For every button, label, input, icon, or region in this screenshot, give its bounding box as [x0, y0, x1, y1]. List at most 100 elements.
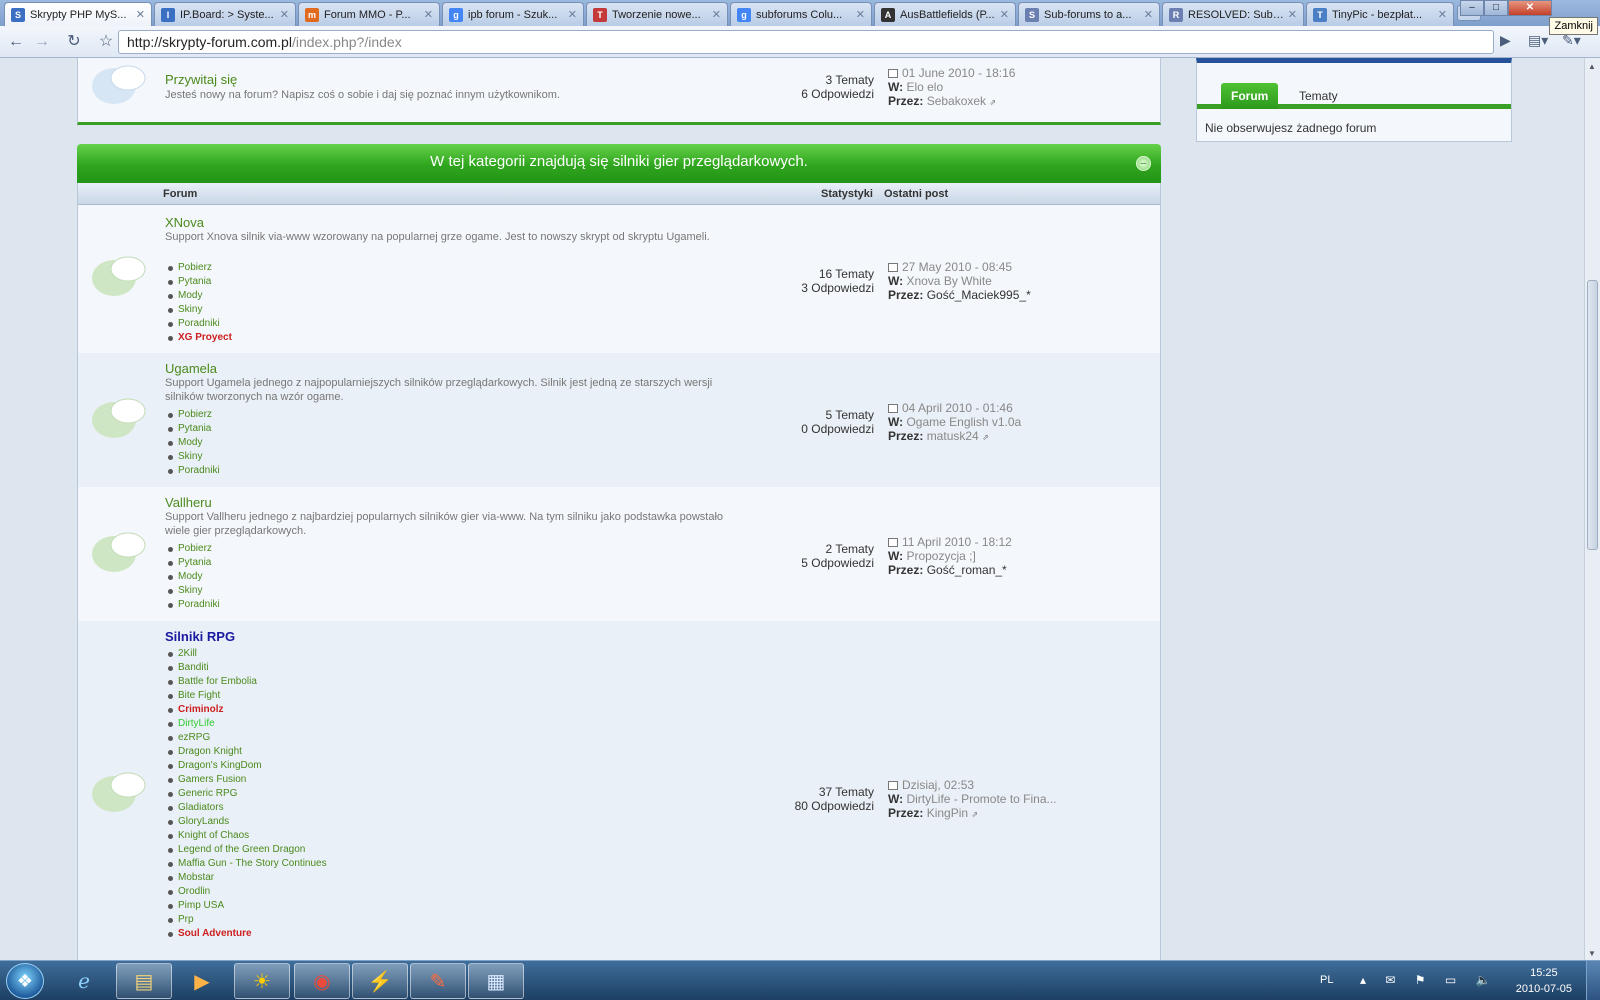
subforum-link[interactable]: Legend of the Green Dragon	[168, 843, 327, 857]
browser-tab[interactable]: T TinyPic - bezpłat... ✕	[1306, 2, 1454, 26]
subforum-link[interactable]: Maffia Gun - The Story Continues	[168, 857, 327, 871]
scroll-thumb[interactable]	[1587, 280, 1598, 550]
external-link-icon[interactable]: ⇗	[971, 810, 978, 819]
last-post-topic[interactable]: Xnova By White	[906, 274, 991, 288]
subforum-link[interactable]: Soul Adventure	[168, 927, 327, 941]
subforum-link[interactable]: Mody	[168, 436, 220, 450]
subforum-link[interactable]: Pimp USA	[168, 899, 327, 913]
scroll-up-icon[interactable]: ▲	[1588, 62, 1596, 71]
browser-tab[interactable]: A AusBattlefields (P... ✕	[874, 2, 1016, 26]
back-arrow-icon[interactable]: ←	[6, 32, 26, 52]
internet-explorer-icon[interactable]: ℯ	[56, 963, 112, 999]
close-tab-icon[interactable]: ✕	[136, 8, 145, 21]
close-tab-icon[interactable]: ✕	[1288, 8, 1297, 21]
last-post-author[interactable]: Sebakoxek	[927, 94, 986, 108]
page-menu-icon[interactable]: ▤▾	[1528, 32, 1548, 49]
subforum-link[interactable]: Gladiators	[168, 801, 327, 815]
subforum-link[interactable]: Gamers Fusion	[168, 773, 327, 787]
subforum-link[interactable]: Mobstar	[168, 871, 327, 885]
forum-name-link[interactable]: Silniki RPG	[165, 629, 235, 644]
subforum-link[interactable]: Pobierz	[168, 542, 220, 556]
minimize-icon[interactable]: –	[1460, 0, 1484, 16]
close-tab-icon[interactable]: ✕	[280, 8, 289, 21]
subforum-link[interactable]: Pytania	[168, 422, 220, 436]
maximize-icon[interactable]: □	[1484, 0, 1508, 16]
browser-tab[interactable]: g subforums Colu... ✕	[730, 2, 872, 26]
media-player-icon[interactable]: ▶	[174, 963, 230, 999]
external-link-icon[interactable]: ⇗	[989, 98, 996, 107]
graphics-app-icon[interactable]: ✎	[410, 963, 466, 999]
file-explorer-icon[interactable]: ▤	[116, 963, 172, 999]
browser-tab[interactable]: g ipb forum - Szuk... ✕	[442, 2, 584, 26]
forum-name-link[interactable]: XNova	[165, 215, 204, 230]
subforum-link[interactable]: Pobierz	[168, 261, 232, 275]
scroll-down-icon[interactable]: ▼	[1588, 949, 1596, 958]
browser-tab[interactable]: I IP.Board: > Syste... ✕	[154, 2, 296, 26]
browser-tab[interactable]: m Forum MMO - P... ✕	[298, 2, 440, 26]
page-scrollbar[interactable]: ▲ ▼	[1584, 58, 1600, 960]
browser-tab[interactable]: R RESOLVED: Sub-f... ✕	[1162, 2, 1304, 26]
subforum-link[interactable]: Skiny	[168, 303, 232, 317]
subforum-link[interactable]: Poradniki	[168, 598, 220, 612]
start-button-icon[interactable]: ❖	[6, 963, 44, 999]
last-post-topic[interactable]: Propozycja ;]	[906, 549, 975, 563]
subforum-link[interactable]: ezRPG	[168, 731, 327, 745]
subforum-link[interactable]: Dragon's KingDom	[168, 759, 327, 773]
subforum-link[interactable]: Orodlin	[168, 885, 327, 899]
subforum-link[interactable]: Criminolz	[168, 703, 327, 717]
subforum-link[interactable]: GloryLands	[168, 815, 327, 829]
forward-arrow-icon[interactable]: →	[32, 32, 52, 52]
last-post-topic[interactable]: Ogame English v1.0a	[906, 415, 1021, 429]
browser-tab[interactable]: T Tworzenie nowe... ✕	[586, 2, 728, 26]
subforum-link[interactable]: Poradniki	[168, 317, 232, 331]
subforum-link[interactable]: Mody	[168, 289, 232, 303]
show-desktop-button[interactable]	[1586, 961, 1600, 1000]
address-bar[interactable]: http://skrypty-forum.com.pl/index.php?/i…	[118, 30, 1494, 54]
subforum-link[interactable]: Skiny	[168, 584, 220, 598]
subforum-link[interactable]: XG Proyect	[168, 331, 232, 345]
browser-tab-active[interactable]: S Skrypty PHP MyS... ✕	[4, 2, 152, 26]
forum-name-link[interactable]: Ugamela	[165, 361, 217, 376]
subforum-link[interactable]: Pytania	[168, 556, 220, 570]
subforum-link[interactable]: Dragon Knight	[168, 745, 327, 759]
close-tab-icon[interactable]: ✕	[424, 8, 433, 21]
forum-name-link[interactable]: Vallheru	[165, 495, 212, 510]
tab-topics[interactable]: Tematy	[1289, 83, 1348, 109]
close-tab-icon[interactable]: ✕	[568, 8, 577, 21]
chrome-icon[interactable]: ◉	[294, 963, 350, 999]
subforum-link[interactable]: Poradniki	[168, 464, 220, 478]
subforum-link[interactable]: Mody	[168, 570, 220, 584]
reload-icon[interactable]: ↻	[64, 32, 84, 52]
close-tab-icon[interactable]: ✕	[856, 8, 865, 21]
tab-forum[interactable]: Forum	[1221, 83, 1279, 109]
paint-icon[interactable]: ▦	[468, 963, 524, 999]
browser-tab[interactable]: S Sub-forums to a... ✕	[1018, 2, 1160, 26]
go-arrow-icon[interactable]: ▶	[1500, 32, 1511, 49]
subforum-link[interactable]: Prp	[168, 913, 327, 927]
subforum-link[interactable]: DirtyLife	[168, 717, 327, 731]
last-post-topic[interactable]: DirtyLife - Promote to Fina...	[906, 792, 1056, 806]
external-link-icon[interactable]: ⇗	[982, 433, 989, 442]
ftp-client-icon[interactable]: ⚡	[352, 963, 408, 999]
close-tab-icon[interactable]: ✕	[1144, 8, 1153, 21]
subforum-link[interactable]: Bite Fight	[168, 689, 327, 703]
subforum-link[interactable]: Battle for Embolia	[168, 675, 327, 689]
close-tab-icon[interactable]: ✕	[1000, 8, 1009, 21]
last-post-author[interactable]: KingPin	[927, 806, 968, 820]
subforum-link[interactable]: Banditi	[168, 661, 327, 675]
sun-app-icon[interactable]: ☀	[234, 963, 290, 999]
subforum-link[interactable]: Generic RPG	[168, 787, 327, 801]
close-tab-icon[interactable]: ✕	[1438, 8, 1447, 21]
last-post-topic[interactable]: Elo elo	[906, 80, 943, 94]
collapse-toggle-icon[interactable]: –	[1136, 156, 1151, 171]
last-post-author[interactable]: matusk24	[927, 429, 979, 443]
subforum-link[interactable]: 2Kill	[168, 647, 327, 661]
language-indicator[interactable]: PL	[1320, 974, 1333, 986]
close-tab-icon[interactable]: ✕	[712, 8, 721, 21]
close-window-icon[interactable]: ✕	[1508, 0, 1552, 16]
subforum-link[interactable]: Pytania	[168, 275, 232, 289]
system-clock[interactable]: 15:25 2010-07-05	[1516, 965, 1572, 997]
bookmark-star-icon[interactable]: ☆	[96, 32, 116, 52]
forum-name-link[interactable]: Przywitaj się	[165, 72, 237, 87]
subforum-link[interactable]: Skiny	[168, 450, 220, 464]
